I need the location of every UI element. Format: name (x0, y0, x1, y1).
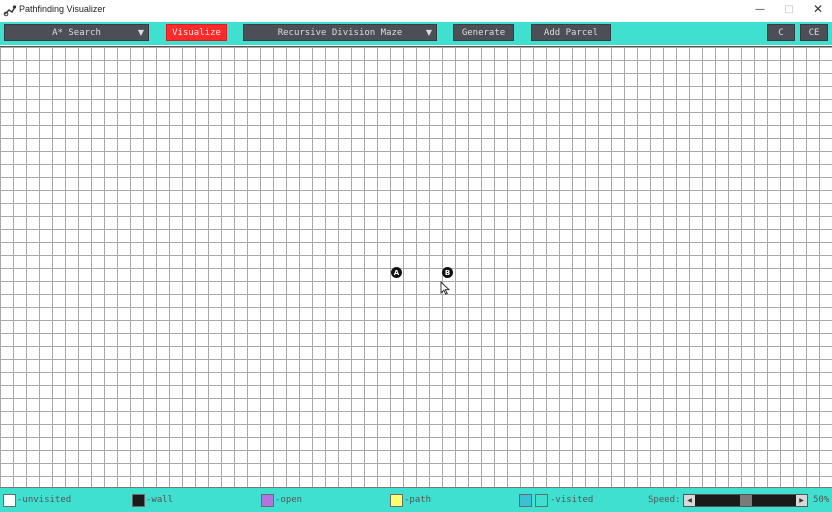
title-bar: Pathfinding Visualizer — □ ✕ (0, 0, 832, 22)
maximize-button[interactable]: □ (775, 0, 803, 18)
grid-lines (0, 47, 832, 487)
legend-bar: -unvisited -wall -open -path -visited Sp… (0, 488, 832, 512)
dropdown-arrow-icon: ▼ (137, 28, 144, 37)
minimize-button[interactable]: — (746, 0, 774, 18)
app-icon (3, 5, 17, 17)
visited-label: -visited (550, 495, 594, 505)
generate-button[interactable]: Generate (453, 24, 514, 41)
visited-swatch-secondary (535, 494, 548, 507)
speed-increase-icon[interactable]: ▶ (796, 495, 807, 506)
unvisited-label: -unvisited (17, 495, 72, 505)
visualize-button[interactable]: Visualize (166, 24, 227, 41)
path-swatch (390, 494, 403, 507)
start-node[interactable]: A (391, 267, 402, 278)
wall-swatch (132, 494, 145, 507)
algorithm-select-label: A* Search (52, 27, 101, 38)
visited-swatch-primary (519, 494, 532, 507)
speed-slider[interactable]: ◀ ▶ (683, 494, 808, 507)
speed-slider-thumb[interactable] (739, 495, 752, 506)
open-label: -open (275, 495, 303, 505)
speed-value: 50% (813, 495, 830, 505)
wall-label: -wall (146, 495, 174, 505)
clear-button[interactable]: C (767, 24, 795, 41)
dropdown-arrow-icon: ▼ (425, 28, 432, 37)
unvisited-swatch (3, 494, 16, 507)
algorithm-select[interactable]: A* Search ▼ (4, 24, 149, 41)
speed-decrease-icon[interactable]: ◀ (684, 495, 695, 506)
speed-label: Speed: (648, 495, 681, 505)
toolbar: A* Search ▼ Visualize Recursive Division… (0, 22, 832, 45)
maze-select-label: Recursive Division Maze (277, 27, 403, 38)
mouse-cursor-icon (440, 281, 450, 295)
window-title: Pathfinding Visualizer (19, 4, 106, 14)
clear-everything-button[interactable]: CE (800, 24, 828, 41)
close-button[interactable]: ✕ (804, 0, 832, 18)
add-parcel-button[interactable]: Add Parcel (531, 24, 611, 41)
open-swatch (261, 494, 274, 507)
target-node[interactable]: B (442, 267, 453, 278)
maze-select[interactable]: Recursive Division Maze ▼ (243, 24, 437, 41)
pathfinding-grid[interactable]: A B (0, 46, 832, 488)
path-label: -path (404, 495, 432, 505)
